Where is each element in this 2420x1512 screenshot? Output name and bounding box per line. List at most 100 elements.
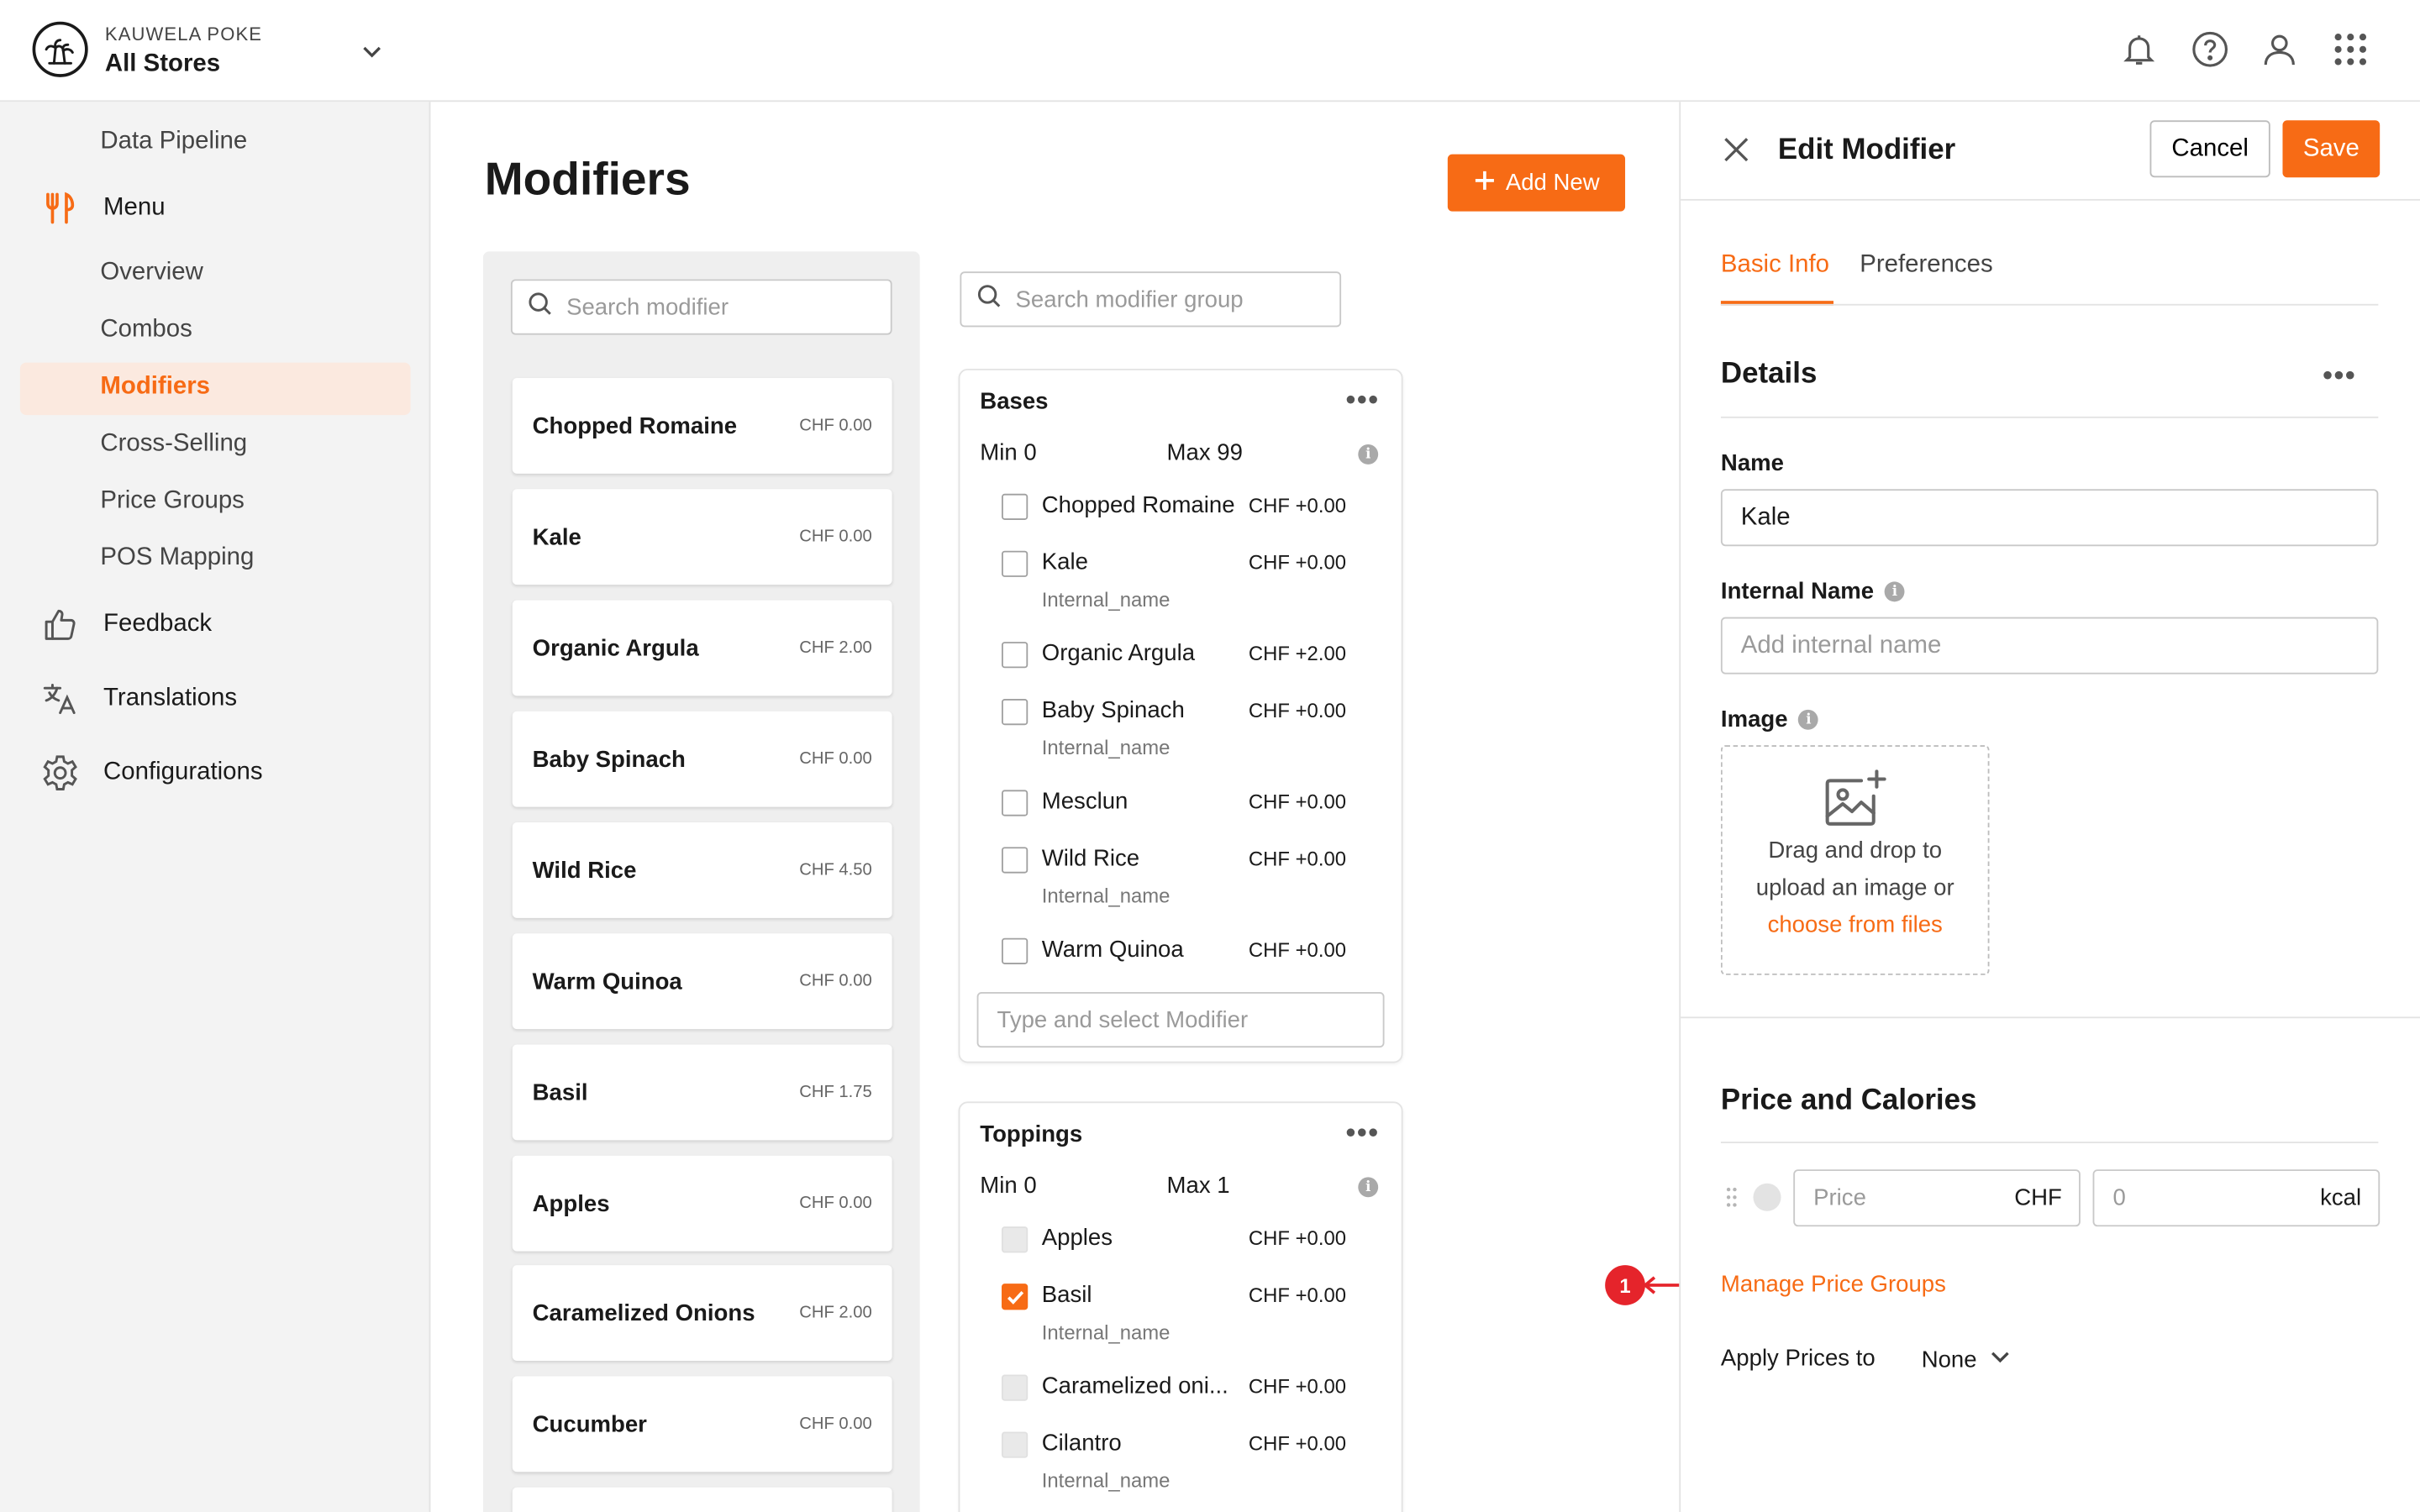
info-icon[interactable]: i (1884, 581, 1905, 602)
modifier-card[interactable]: Caramelized Onions CHF 2.00 (512, 1265, 892, 1361)
label-text: Name (1720, 450, 1784, 477)
group-item-label: Warm Quinoa (1041, 936, 1184, 963)
modifier-card[interactable]: Kale CHF 0.00 (512, 489, 892, 585)
group-item: Warm Quinoa CHF +0.00 (1002, 935, 1372, 969)
group-item-price: CHF +2.00 (1248, 642, 1347, 665)
drag-handle-icon[interactable] (1725, 1186, 1738, 1215)
modifier-price: CHF 1.75 (799, 1083, 872, 1102)
group-item-internal-name: Internal_name (1041, 1468, 1171, 1493)
checkbox[interactable] (1002, 847, 1028, 874)
sidebar-item-pos-mapping[interactable]: POS Mapping (100, 544, 254, 572)
checkbox[interactable] (1002, 493, 1028, 520)
modifier-card[interactable] (512, 1487, 892, 1512)
sidebar-item-configurations[interactable]: Configurations (40, 753, 263, 793)
price-input[interactable]: Price CHF (1793, 1169, 2081, 1227)
checkbox[interactable] (1002, 937, 1028, 964)
apply-prices-dropdown[interactable]: None (1922, 1346, 2011, 1373)
add-new-button[interactable]: Add New (1447, 154, 1626, 212)
sidebar-item-label: Configurations (103, 759, 263, 785)
more-options-icon[interactable]: ••• (2323, 361, 2356, 389)
more-options-icon[interactable]: ••• (1346, 1119, 1380, 1147)
modifier-card[interactable]: Apples CHF 0.00 (512, 1155, 892, 1252)
modifier-price: CHF 0.00 (799, 972, 872, 991)
modifier-card[interactable]: Organic Argula CHF 2.00 (512, 600, 892, 696)
sidebar-item-overview[interactable]: Overview (100, 260, 203, 287)
checkbox[interactable] (1002, 642, 1028, 669)
group-item-label: Mesclun (1041, 788, 1128, 815)
checkbox[interactable] (1002, 699, 1028, 726)
group-item: Caramelized oni... CHF +0.00 (1002, 1372, 1372, 1405)
sidebar-item-cross-selling[interactable]: Cross-Selling (100, 430, 247, 458)
price-unit: CHF (2014, 1184, 2062, 1211)
help-icon[interactable] (2188, 28, 2231, 71)
search-icon (528, 291, 552, 323)
add-image-icon (1723, 769, 1988, 833)
modifier-name: Warm Quinoa (532, 968, 682, 995)
group-item-price: CHF +0.00 (1248, 1431, 1347, 1456)
store-selector-label[interactable]: All Stores (105, 51, 220, 79)
user-icon[interactable] (2258, 28, 2301, 71)
label-text: Image (1720, 706, 1788, 733)
group-item-price: CHF +0.00 (1248, 790, 1347, 813)
group-item: Organic Argula CHF +2.00 (1002, 638, 1372, 672)
divider (1681, 198, 2420, 201)
cancel-button[interactable]: Cancel (2149, 120, 2270, 178)
panel-title: Edit Modifier (1777, 134, 1956, 167)
search-modifier-input[interactable]: Search modifier (510, 279, 892, 335)
calories-placeholder: 0 (2112, 1184, 2126, 1211)
sidebar-item-menu[interactable]: Menu (40, 188, 166, 228)
checkbox-checked[interactable] (1002, 1284, 1028, 1310)
modifier-card[interactable]: Warm Quinoa CHF 0.00 (512, 933, 892, 1030)
modifier-name: Caramelized Onions (532, 1299, 755, 1326)
sidebar-item-translations[interactable]: Translations (40, 679, 237, 719)
close-icon[interactable] (1721, 134, 1752, 165)
group-item-price: CHF +0.00 (1248, 1226, 1347, 1250)
search-modifier-group-input[interactable]: Search modifier group (960, 271, 1342, 328)
apps-grid-icon[interactable] (2329, 28, 2372, 71)
upload-text-line1: Drag and drop to (1768, 837, 1943, 864)
manage-price-groups-link[interactable]: Manage Price Groups (1721, 1271, 1946, 1297)
group-item-label: Wild Rice (1041, 845, 1140, 872)
modifier-card[interactable]: Basil CHF 1.75 (512, 1044, 892, 1141)
save-button[interactable]: Save (2282, 120, 2381, 178)
modifier-card[interactable]: Baby Spinach CHF 0.00 (512, 711, 892, 807)
group-item-label: Basil (1041, 1282, 1092, 1309)
internal-name-field[interactable]: Add internal name (1720, 617, 2379, 675)
more-options-icon[interactable]: ••• (1346, 386, 1380, 413)
info-icon[interactable]: i (1358, 1177, 1379, 1198)
modifier-card[interactable]: Cucumber CHF 0.00 (512, 1376, 892, 1473)
group-item-label: Apples (1041, 1225, 1113, 1252)
group-item-price: CHF +0.00 (1248, 1374, 1347, 1399)
translate-icon (40, 679, 81, 719)
sidebar-item-combos[interactable]: Combos (100, 317, 192, 344)
group-min: Min 0 (980, 1172, 1037, 1200)
modifier-price: CHF 2.00 (799, 638, 872, 658)
sidebar-item-data-pipeline[interactable]: Data Pipeline (100, 128, 247, 155)
group-item-internal-name: Internal_name (1041, 736, 1171, 759)
info-icon[interactable]: i (1358, 444, 1379, 465)
modifier-card[interactable]: Chopped Romaine CHF 0.00 (512, 377, 892, 474)
name-field[interactable]: Kale (1720, 489, 2379, 547)
group-title: Toppings (980, 1121, 1083, 1148)
info-icon[interactable]: i (1798, 709, 1819, 730)
checkbox[interactable] (1002, 790, 1028, 816)
sidebar-item-modifiers[interactable]: Modifiers (100, 373, 210, 401)
tab-basic-info[interactable]: Basic Info (1721, 251, 1829, 279)
sidebar-active-highlight (19, 362, 411, 416)
bell-icon[interactable] (2118, 28, 2160, 71)
modifier-price: CHF 0.00 (799, 416, 872, 435)
checkbox[interactable] (1002, 550, 1028, 577)
image-upload-dropzone[interactable]: Drag and drop to upload an image or choo… (1720, 745, 1990, 975)
calories-input[interactable]: 0 kcal (2092, 1169, 2381, 1227)
choose-from-files-link[interactable]: choose from files (1723, 907, 1988, 944)
tab-preferences[interactable]: Preferences (1860, 251, 1992, 279)
sidebar-item-price-groups[interactable]: Price Groups (100, 487, 245, 515)
type-and-select-modifier-input[interactable]: Type and select Modifier (976, 991, 1385, 1048)
modifier-card[interactable]: Wild Rice CHF 4.50 (512, 822, 892, 918)
divider (1681, 1016, 2420, 1019)
gear-icon (40, 753, 81, 793)
group-item-internal-name: Internal_name (1041, 1320, 1171, 1344)
sidebar-item-feedback[interactable]: Feedback (40, 605, 212, 645)
chevron-down-icon[interactable] (358, 37, 386, 65)
modifier-price: CHF 0.00 (799, 1415, 872, 1434)
